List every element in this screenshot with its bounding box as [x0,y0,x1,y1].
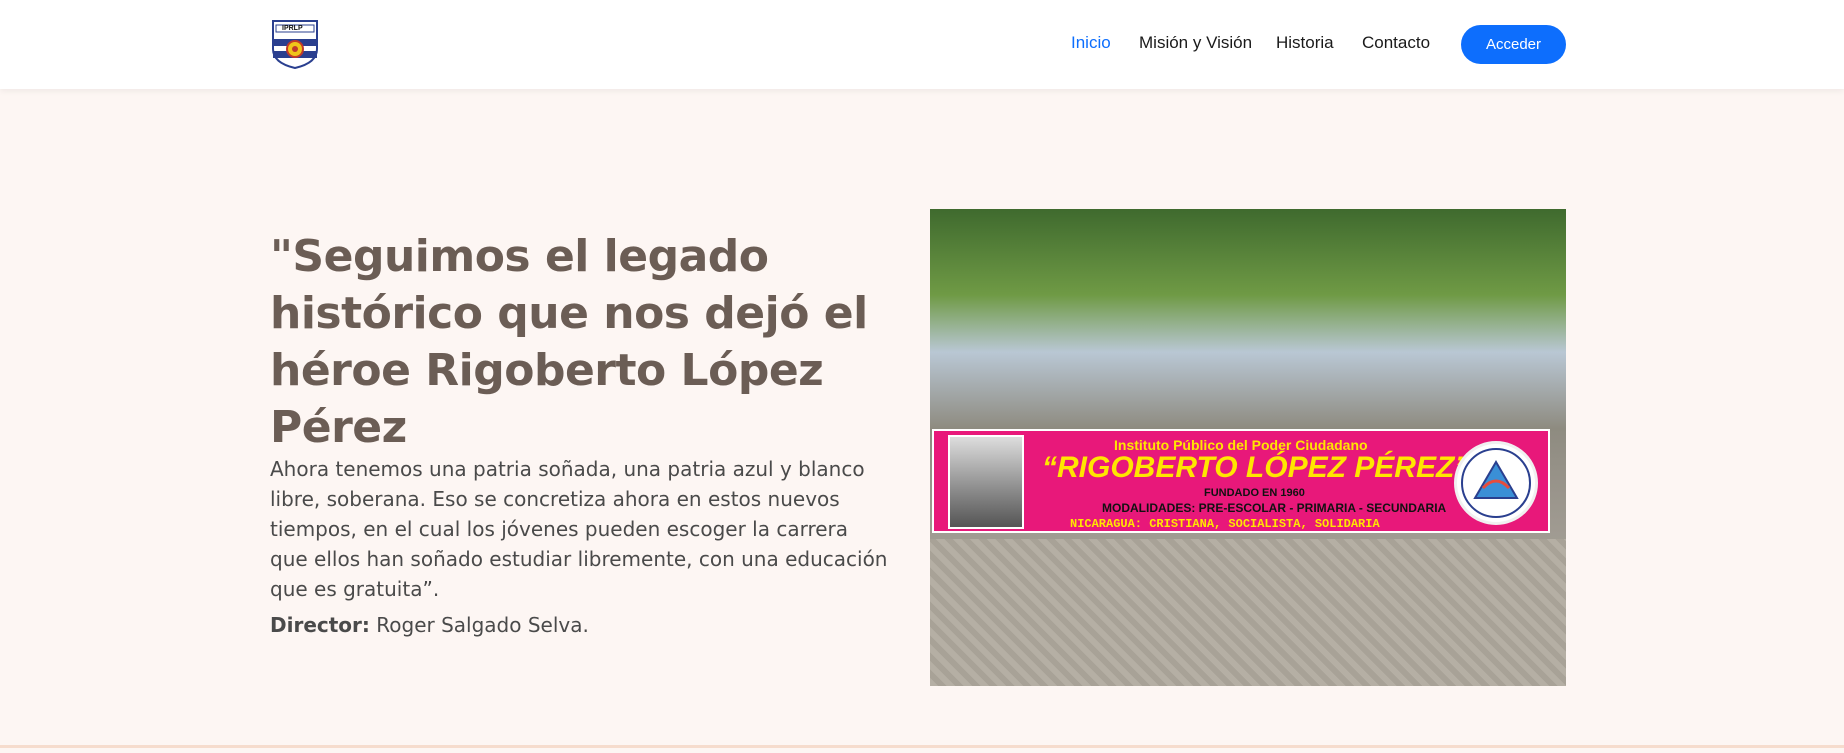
top-navbar: IPRLP Inicio Misión y Visión Historia Co… [0,0,1844,89]
street-pavement [930,539,1566,686]
school-logo[interactable]: IPRLP [270,19,320,70]
hero-paragraph: Ahora tenemos una patria soñada, una pat… [270,457,888,601]
banner-line-2: “RIGOBERTO LÓPEZ PÉREZ” [1042,451,1470,484]
banner-line-4: MODALIDADES: PRE-ESCOLAR - PRIMARIA - SE… [1102,501,1447,515]
parade-photo: Instituto Público del Poder Ciudadano “R… [930,209,1566,686]
director-label: Director: [270,613,370,637]
banner-line-3: FUNDADO EN 1960 [1204,487,1305,499]
nav-contacto[interactable]: Contacto [1362,33,1430,53]
director-name: Roger Salgado Selva. [376,613,589,637]
nav-inicio[interactable]: Inicio [1071,33,1111,53]
national-seal-icon [1454,441,1538,525]
director-line: Director: Roger Salgado Selva. [270,610,890,640]
acceder-button[interactable]: Acceder [1461,25,1566,64]
nav-historia[interactable]: Historia [1276,33,1334,53]
banner-line-5: NICARAGUA: CRISTIANA, SOCIALISTA, SOLIDA… [1070,517,1380,531]
school-banner: Instituto Público del Poder Ciudadano “R… [932,429,1550,533]
hero-portrait [948,435,1024,529]
nav-mision-vision[interactable]: Misión y Visión [1139,33,1252,53]
section-divider [0,745,1844,748]
hero-title: "Seguimos el legado histórico que nos de… [270,231,868,453]
logo-text: IPRLP [282,25,303,32]
